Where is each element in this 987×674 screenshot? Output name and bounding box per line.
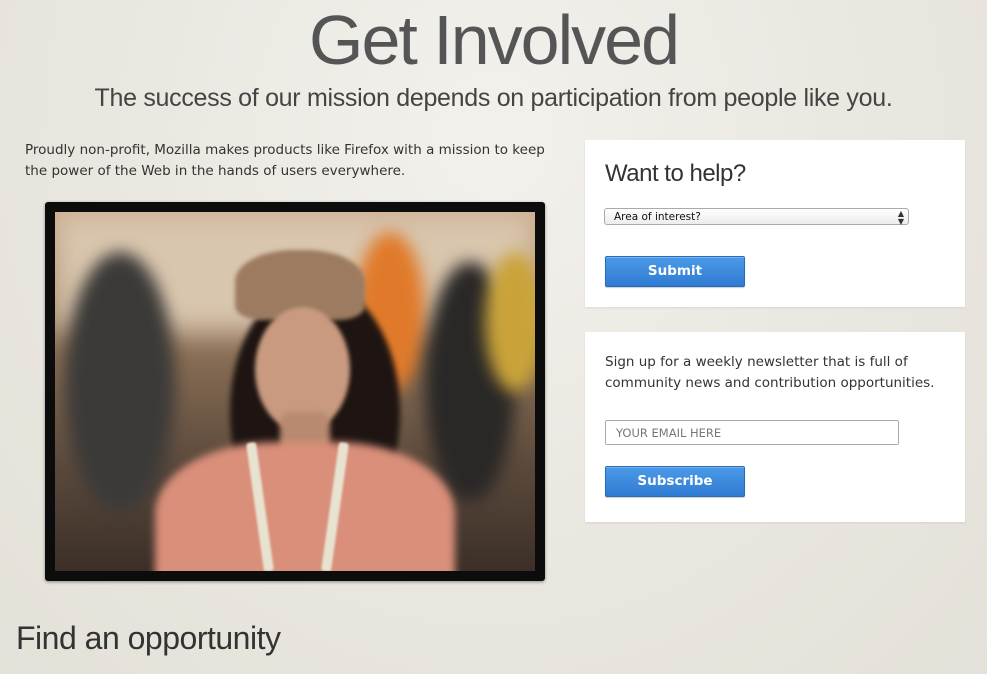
volunteer-photo (55, 212, 535, 571)
photo-frame (45, 202, 545, 581)
submit-button[interactable]: Submit (605, 256, 745, 287)
help-heading: Want to help? (605, 160, 746, 187)
find-opportunity-heading: Find an opportunity (16, 620, 281, 656)
subscribe-button[interactable]: Subscribe (605, 466, 745, 497)
intro-text: Proudly non-profit, Mozilla makes produc… (25, 142, 545, 179)
newsletter-text: Sign up for a weekly newsletter that is … (605, 354, 935, 391)
select-arrows-icon: ▲ ▼ (897, 209, 904, 226)
help-panel: Want to help? Area of interest? ▲ ▼ Submi… (585, 140, 965, 307)
page-title: Get Involved (309, 1, 680, 79)
email-field[interactable] (605, 420, 899, 445)
area-of-interest-select[interactable]: Area of interest? ▲ ▼ (604, 208, 909, 226)
newsletter-panel: Sign up for a weekly newsletter that is … (585, 332, 965, 522)
select-value: Area of interest? (614, 211, 701, 223)
page-subtitle: The success of our mission depends on pa… (94, 84, 893, 112)
